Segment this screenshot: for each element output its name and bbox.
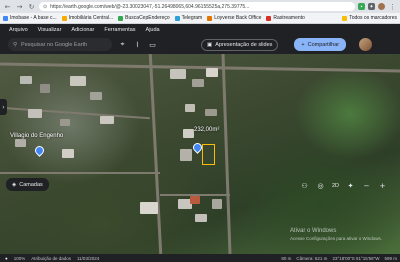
building-roof (212, 199, 222, 209)
area-measurement-label: 232,00m² (194, 127, 220, 133)
road (0, 172, 160, 174)
building-roof (62, 149, 74, 158)
slideshow-icon: ▣ (207, 41, 213, 48)
slideshow-button[interactable]: ▣ Apresentação de slides (201, 38, 279, 51)
zoom-in-icon[interactable]: + (378, 181, 387, 190)
menu-tools[interactable]: Ferramentas (104, 27, 135, 33)
ground-altitude: 599 m (384, 255, 397, 261)
path-tool-icon[interactable]: ⌇ (133, 40, 142, 49)
bookmark-item[interactable]: Rastreamento (266, 15, 305, 21)
building-roof (40, 84, 50, 93)
bookmark-favicon (266, 15, 272, 21)
building-roof (206, 68, 218, 77)
satellite-map[interactable]: Villagio do Engenho 232,00m² Ativar o Wi… (0, 54, 400, 254)
building-roof (205, 109, 217, 116)
add-person-icon: + (301, 41, 305, 48)
bookmark-favicon (61, 15, 67, 21)
imagery-date: 11/03/2024 (77, 255, 100, 261)
measure-icon[interactable]: ▭ (148, 40, 157, 49)
folder-icon (342, 15, 348, 21)
google-logo: ● (5, 255, 8, 261)
menu-add[interactable]: Adicionar (71, 27, 94, 33)
share-button[interactable]: + Compartilhar (294, 38, 347, 51)
building-roof (15, 139, 26, 147)
browser-toolbar: ← → ↻ ⊙ https://earth.google.com/web/@-2… (0, 0, 400, 13)
windows-activation-watermark: Ativar o Windows Acesse Configurações pa… (290, 228, 383, 241)
search-input[interactable]: ⚲ Pesquisar no Google Earth (8, 38, 112, 51)
more-menu-icon[interactable]: ⋮ (388, 2, 397, 11)
placemark-icon[interactable]: ⌖ (118, 40, 127, 49)
building-roof (183, 129, 194, 138)
expand-panel-icon[interactable]: › (0, 99, 7, 115)
bookmark-favicon (3, 15, 8, 21)
building-roof (60, 119, 70, 126)
building-roof (170, 69, 186, 79)
bookmarks-bar: Imobase - A base c... Imobiliária Centra… (0, 13, 400, 24)
bookmark-item[interactable]: Imobase - A base c... (3, 15, 57, 21)
bookmark-item[interactable]: BuscaCepEndereço (118, 15, 170, 21)
person-icon[interactable]: ⚇ (300, 181, 309, 190)
reload-icon[interactable]: ↻ (27, 2, 36, 11)
compass-icon[interactable]: ✦ (346, 181, 355, 190)
layers-button[interactable]: ◈ Camadas (6, 178, 49, 191)
menu-help[interactable]: Ajuda (146, 27, 160, 33)
avatar[interactable] (359, 38, 373, 51)
building-roof (180, 149, 192, 161)
layers-icon: ◈ (12, 181, 17, 188)
road (148, 54, 163, 254)
building-roof (20, 76, 32, 84)
layers-label: Camadas (19, 181, 43, 188)
building-roof (28, 109, 42, 118)
extensions-puzzle-icon[interactable]: ✦ (368, 3, 375, 10)
status-bar: ● 100% Atribuição de dados 11/03/2024 80… (0, 254, 400, 262)
earth-menu-bar: Arquivo Visualizar Adicionar Ferramentas… (0, 24, 400, 35)
camera-altitude: Câmera: 621 m (296, 255, 328, 261)
search-icon: ⚲ (13, 41, 18, 48)
menu-file[interactable]: Arquivo (9, 27, 28, 33)
parcel-outline[interactable] (202, 144, 215, 165)
bookmark-item[interactable]: Imobiliária Central... (61, 15, 113, 21)
bookmark-item[interactable]: Telegram (174, 15, 202, 21)
site-info-icon[interactable]: ⊙ (43, 4, 47, 10)
road (0, 62, 400, 73)
forward-icon[interactable]: → (15, 2, 24, 11)
bookmark-favicon (118, 15, 124, 21)
bookmark-favicon (174, 15, 180, 21)
building-roof (195, 214, 207, 222)
extension-icon[interactable]: ▪ (358, 3, 365, 10)
building-roof (90, 92, 102, 100)
building-roof (70, 76, 86, 86)
placemark-pin-icon[interactable] (33, 144, 46, 157)
render-percent: 100% (13, 255, 26, 261)
share-label: Compartilhar (307, 41, 340, 48)
earth-toolbar: ⚲ Pesquisar no Google Earth ⌖ ⌇ ▭ ▣ Apre… (0, 35, 400, 54)
back-icon[interactable]: ← (3, 2, 12, 11)
building-roof (192, 79, 204, 87)
place-label[interactable]: Villagio do Engenho (10, 133, 63, 139)
slideshow-label: Apresentação de slides (215, 41, 273, 48)
building-roof (140, 202, 158, 214)
profile-icon[interactable] (378, 3, 385, 10)
building-roof (190, 196, 200, 204)
status-right: 80 m Câmera: 621 m 23°18'00"S 51°15'56"W… (281, 256, 400, 261)
url-text: https://earth.google.com/web/@-23.300230… (50, 3, 250, 10)
bookmark-item[interactable]: Loyverse Back Office (207, 15, 261, 21)
scale-readout: 80 m (281, 255, 292, 261)
address-bar[interactable]: ⊙ https://earth.google.com/web/@-23.3002… (39, 2, 355, 11)
building-roof (100, 116, 114, 124)
map-controls: ⚇ ◎ 2D ✦ − + (300, 181, 387, 190)
menu-view[interactable]: Visualizar (38, 27, 62, 33)
search-placeholder: Pesquisar no Google Earth (21, 41, 88, 48)
all-bookmarks[interactable]: Todos os marcadores (342, 15, 397, 21)
building-roof (185, 104, 195, 112)
coordinates: 23°18'00"S 51°15'56"W (332, 255, 380, 261)
data-attribution-link[interactable]: Atribuição de dados (31, 256, 71, 261)
view-mode-toggle[interactable]: 2D (332, 183, 339, 189)
zoom-out-icon[interactable]: − (362, 181, 371, 190)
road (221, 54, 232, 254)
bookmark-favicon (207, 15, 213, 21)
locate-icon[interactable]: ◎ (316, 181, 325, 190)
road (0, 106, 150, 120)
